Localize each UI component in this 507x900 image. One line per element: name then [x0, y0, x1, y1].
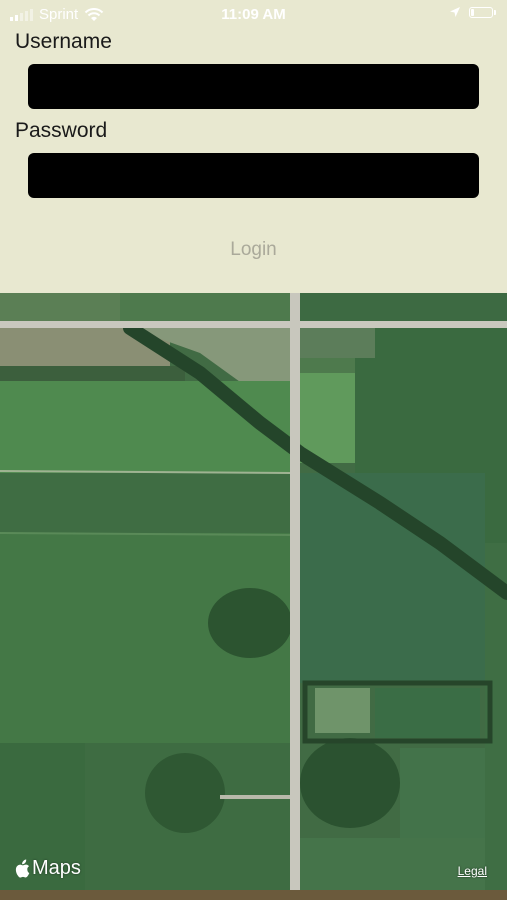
- status-right: [449, 6, 496, 18]
- maps-label: Maps: [32, 857, 81, 879]
- username-field[interactable]: [28, 64, 479, 109]
- location-arrow-icon: [450, 7, 460, 17]
- password-field[interactable]: [28, 153, 479, 198]
- legal-link[interactable]: Legal: [458, 864, 487, 878]
- battery-icon: [469, 6, 496, 18]
- password-label: Password: [15, 119, 108, 142]
- bottom-edge: [0, 890, 507, 900]
- satellite-map[interactable]: Maps Legal: [0, 293, 507, 890]
- status-bar: Sprint 11:09 AM: [0, 0, 507, 30]
- clock: 11:09 AM: [221, 6, 286, 23]
- username-label: Username: [15, 30, 112, 53]
- maps-attribution: Maps: [14, 857, 81, 880]
- map-imagery: [0, 293, 507, 890]
- login-button[interactable]: Login: [0, 238, 507, 262]
- login-form-panel: Username Password Login: [0, 0, 507, 293]
- apple-logo-icon: [15, 859, 30, 878]
